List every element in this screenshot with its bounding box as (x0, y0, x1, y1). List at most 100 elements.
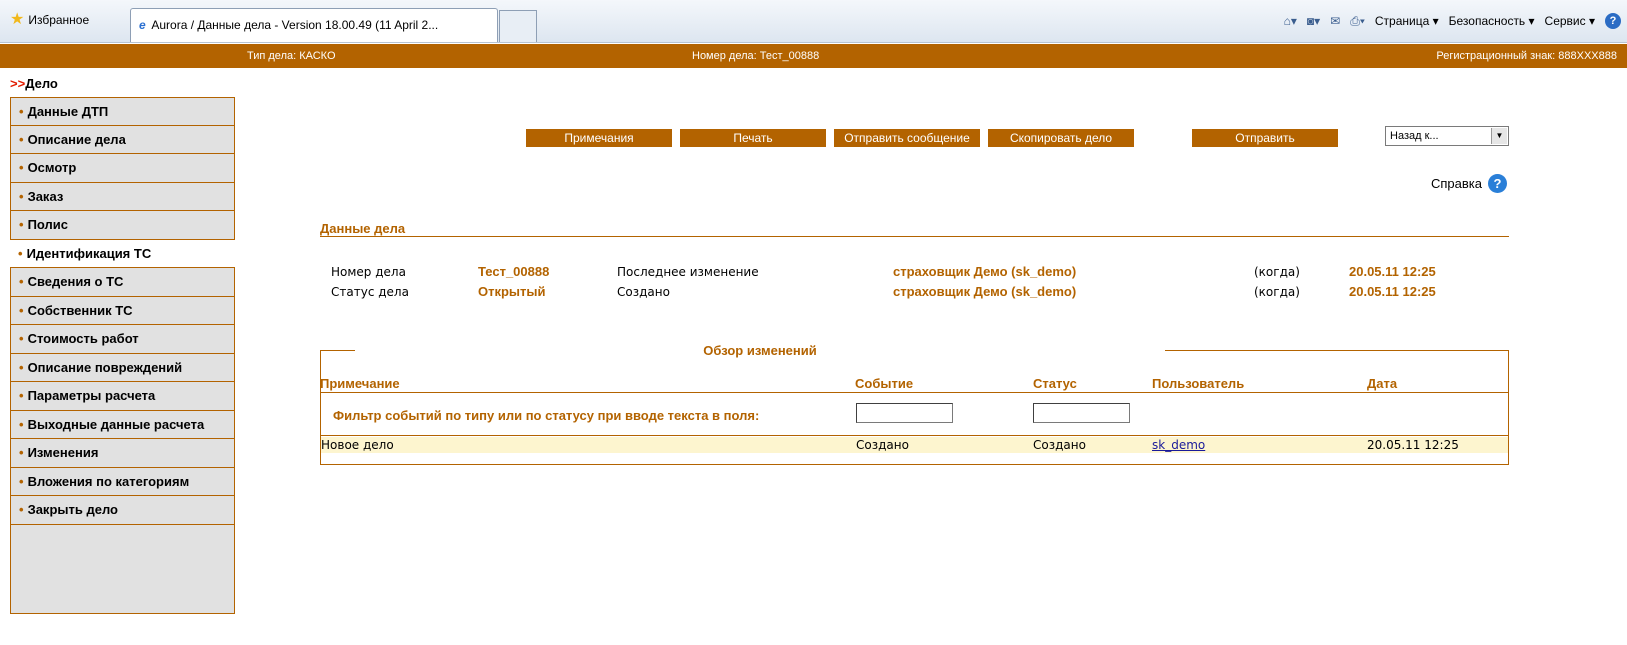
user-link[interactable]: sk_demo (1152, 438, 1205, 452)
page-menu[interactable]: Страница ▾ (1375, 14, 1439, 28)
sidebar-item[interactable]: • Заказ (10, 182, 235, 211)
bullet-icon: • (19, 104, 24, 119)
sidebar-item-label: Описание дела (27, 131, 126, 147)
bullet-icon: • (18, 245, 23, 261)
bullet-icon: • (19, 473, 24, 489)
registration-sign: Регистрационный знак: 888XXX888 (1436, 50, 1617, 62)
created-label: Создано (617, 285, 670, 299)
service-menu[interactable]: Сервис ▾ (1545, 14, 1595, 28)
sidebar-item-label: Полис (27, 217, 69, 232)
last-change-user: страховщик Демо (sk_demo) (893, 264, 1077, 279)
sidebar-item-label: Закрыть дело (27, 502, 118, 517)
bullet-icon: • (19, 416, 24, 432)
filter-label: Фильтр событий по типу или по статусу пр… (333, 408, 760, 423)
browser-tab[interactable]: e Aurora / Данные дела - Version 18.00.4… (130, 8, 498, 42)
column-event: Событие (855, 376, 914, 391)
sidebar-item-label: Выходные данные расчета (27, 416, 205, 432)
divider (320, 236, 1509, 237)
bullet-icon: • (19, 188, 24, 204)
help-link[interactable]: Справка ? (1431, 174, 1507, 193)
sidebar-title-text: Дело (25, 76, 58, 91)
sidebar-item[interactable]: • Стоимость работ (10, 325, 235, 354)
event-filter-input[interactable] (856, 403, 953, 423)
print-icon[interactable]: ⎙▾ (1350, 14, 1365, 29)
sidebar-item[interactable]: • Описание повреждений (10, 353, 235, 382)
last-change-date: 20.05.11 12:25 (1349, 264, 1436, 279)
sidebar-item-label: Заказ (27, 188, 64, 204)
send-message-button[interactable]: Отправить сообщение (834, 129, 980, 147)
row-status: Создано (1033, 438, 1086, 452)
row-event: Создано (856, 438, 909, 452)
column-date: Дата (1367, 376, 1398, 391)
case-number-value: Тест_00888 (478, 264, 550, 279)
case-number-label: Номер дела (331, 265, 406, 279)
mail-icon[interactable]: ✉ (1330, 14, 1340, 28)
bullet-icon: • (19, 131, 24, 147)
case-status-value: Открытый (478, 284, 546, 299)
bullet-icon: • (19, 302, 24, 318)
back-to-select[interactable]: Назад к... ▼ (1385, 126, 1509, 146)
bullet-icon: • (19, 160, 24, 175)
bullet-icon: • (19, 274, 24, 289)
question-icon: ? (1488, 174, 1507, 193)
favorites-button[interactable]: ★ Избранное (10, 11, 90, 28)
bullet-icon: • (19, 502, 24, 517)
case-status-label: Статус дела (331, 285, 409, 299)
home-icon[interactable]: ⌂▾ (1284, 14, 1297, 28)
sidebar-nav: • Данные ДТП • Описание дела • Осмотр • Заказ • П… (10, 97, 235, 614)
sidebar-item[interactable]: • Выходные данные расчета (10, 410, 235, 439)
feeds-icon[interactable]: ◙▾ (1307, 14, 1320, 28)
table-row (321, 437, 1508, 453)
help-icon[interactable]: ? (1605, 13, 1621, 29)
bullet-icon: • (19, 359, 24, 375)
sidebar-item[interactable]: • Сведения о ТС (10, 268, 235, 297)
sidebar-item[interactable]: • Параметры расчета (10, 382, 235, 411)
sidebar-item-label: Параметры расчета (27, 388, 156, 403)
print-button[interactable]: Печать (680, 129, 826, 147)
last-change-label: Последнее изменение (617, 265, 759, 279)
sidebar-item-label: Идентификация ТС (26, 245, 152, 261)
sidebar-item[interactable]: • Осмотр (10, 154, 235, 183)
tab-title: Aurora / Данные дела - Version 18.00.49 … (151, 18, 439, 32)
column-user: Пользователь (1152, 376, 1245, 391)
created-date: 20.05.11 12:25 (1349, 284, 1436, 299)
status-filter-input[interactable] (1033, 403, 1130, 423)
case-type: Тип дела: КАСКО (247, 50, 336, 62)
send-button[interactable]: Отправить (1192, 129, 1338, 147)
column-status: Статус (1033, 376, 1077, 391)
bullet-icon: • (19, 388, 24, 403)
notes-button[interactable]: Примечания (526, 129, 672, 147)
sidebar-item[interactable]: • Вложения по категориям (10, 467, 235, 496)
sidebar-empty-area (10, 524, 235, 614)
column-note: Примечание (320, 376, 400, 391)
sidebar-item[interactable]: • Идентификация ТС (10, 239, 235, 268)
new-tab-button[interactable] (499, 10, 537, 42)
bullet-icon: • (19, 445, 24, 460)
sidebar-title: >>Дело (10, 76, 58, 91)
sidebar-item-label: Данные ДТП (27, 104, 109, 119)
created-user: страховщик Демо (sk_demo) (893, 284, 1077, 299)
sidebar-item[interactable]: • Данные ДТП (10, 97, 235, 126)
back-to-value: Назад к... (1390, 130, 1439, 142)
star-icon: ★ (10, 11, 25, 28)
sidebar-item-label: Изменения (27, 445, 99, 460)
sidebar-item[interactable]: • Описание дела (10, 125, 235, 154)
sidebar-item-label: Сведения о ТС (27, 274, 124, 289)
sidebar-item-label: Стоимость работ (27, 331, 139, 346)
row-date: 20.05.11 12:25 (1367, 438, 1459, 452)
sidebar-item[interactable]: • Собственник ТС (10, 296, 235, 325)
favorites-label: Избранное (28, 13, 90, 27)
chevron-down-icon[interactable]: ▼ (1491, 128, 1507, 144)
sidebar-item[interactable]: • Изменения (10, 439, 235, 468)
sidebar-item-label: Вложения по категориям (27, 473, 190, 489)
sidebar-item-label: Осмотр (27, 160, 77, 175)
sidebar-item[interactable]: • Полис (10, 211, 235, 240)
row-note: Новое дело (321, 438, 394, 452)
created-when: (когда) (1254, 285, 1300, 299)
arrow-icon: >> (10, 76, 26, 91)
help-label: Справка (1431, 176, 1482, 191)
sidebar-item[interactable]: • Закрыть дело (10, 496, 235, 525)
safety-menu[interactable]: Безопасность ▾ (1449, 14, 1535, 28)
case-data-title: Данные дела (320, 221, 406, 236)
copy-case-button[interactable]: Скопировать дело (988, 129, 1134, 147)
